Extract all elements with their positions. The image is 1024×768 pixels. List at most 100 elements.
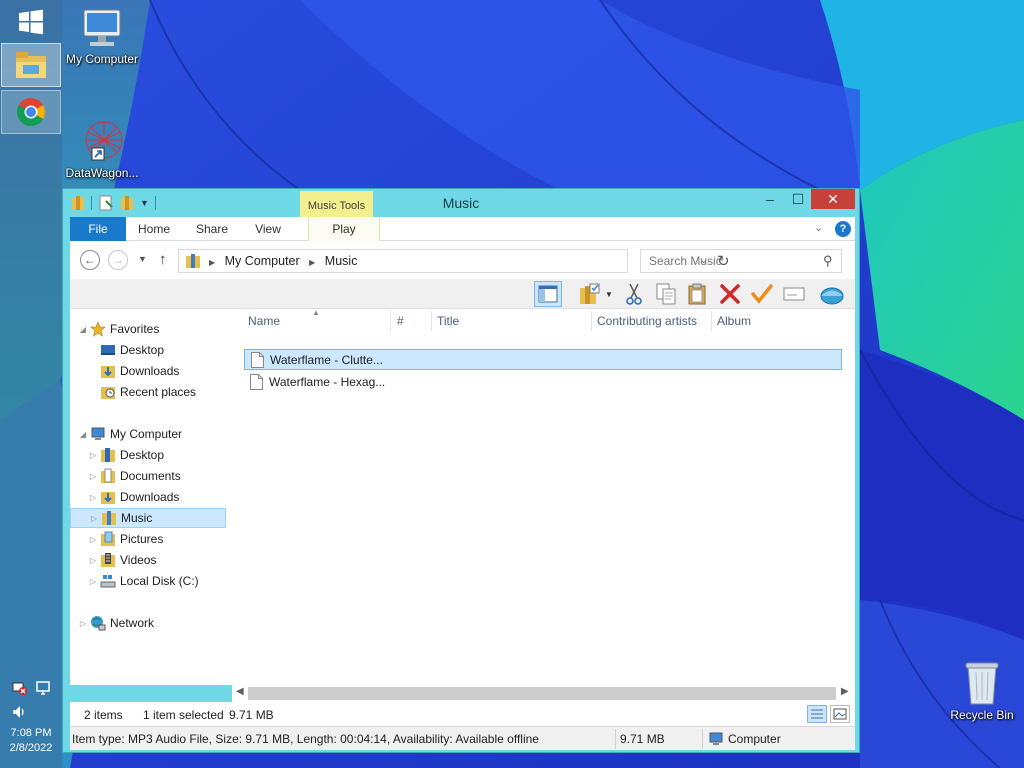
breadcrumb-separator-icon[interactable]: ▶ xyxy=(209,258,215,267)
copy-button[interactable] xyxy=(652,281,680,307)
back-button[interactable]: ← xyxy=(80,250,100,270)
minimize-icon: ‒ xyxy=(766,191,774,207)
desktop-icon-recycle-bin[interactable]: Recycle Bin xyxy=(946,660,1018,722)
computer-icon xyxy=(709,732,723,745)
desktop-icon-my-computer[interactable]: My Computer xyxy=(64,8,140,66)
tab-file[interactable]: File xyxy=(70,217,126,241)
tree-computer-music[interactable]: ▷ Music xyxy=(70,508,226,528)
search-input[interactable] xyxy=(641,250,811,272)
address-bar[interactable]: ▶ My Computer ▶ Music ⌄ ↻ xyxy=(178,249,730,273)
properties-folder-icon xyxy=(580,283,600,304)
file-name: Waterflame - Hexag... xyxy=(269,374,386,389)
computer-icon xyxy=(91,427,105,440)
tree-recent-places[interactable]: Recent places xyxy=(88,382,196,402)
forward-button[interactable]: → xyxy=(108,250,128,270)
tree-label: Documents xyxy=(120,469,181,483)
tree-computer-pictures[interactable]: ▷ Pictures xyxy=(88,529,163,549)
column-header-album[interactable]: Album xyxy=(717,314,751,328)
tree-network[interactable]: ▷ Network xyxy=(78,613,154,633)
column-divider[interactable] xyxy=(591,311,592,331)
breadcrumb-music[interactable]: Music xyxy=(325,254,358,268)
desktop-icon-datawagon[interactable]: DataWagon... xyxy=(64,118,140,180)
ribbon-tabs: File Home Share View Play ⌄ ? xyxy=(70,217,855,241)
details-size: 9.71 MB xyxy=(620,732,665,746)
expand-arrow-icon[interactable]: ▷ xyxy=(88,535,98,544)
scrollbar-thumb[interactable] xyxy=(248,687,836,700)
tab-home[interactable]: Home xyxy=(132,217,176,241)
expand-arrow-icon[interactable]: ▷ xyxy=(78,619,88,628)
column-header-name[interactable]: Name xyxy=(248,314,280,328)
search-icon[interactable]: ⚲ xyxy=(823,253,833,269)
apply-button[interactable] xyxy=(748,281,776,307)
network-globe-button[interactable] xyxy=(818,281,846,307)
expand-ribbon-icon[interactable]: ⌄ xyxy=(814,221,823,234)
tree-label: Local Disk (C:) xyxy=(120,574,199,588)
tree-computer-desktop[interactable]: ▷ Desktop xyxy=(88,445,164,465)
delete-button[interactable] xyxy=(716,281,744,307)
checkmark-icon xyxy=(751,284,773,304)
rename-button[interactable] xyxy=(780,281,808,307)
recent-locations-icon[interactable]: ▼ xyxy=(138,254,147,264)
network-error-icon[interactable] xyxy=(12,680,28,696)
taskbar-chrome[interactable] xyxy=(1,90,61,134)
column-divider[interactable] xyxy=(390,311,391,331)
breadcrumb-separator-icon[interactable]: ▶ xyxy=(309,258,315,267)
explorer-window: ▼ Music Tools Music ‒ ☐ ✕ File Home Shar… xyxy=(62,188,860,753)
expand-arrow-icon[interactable]: ▷ xyxy=(88,472,98,481)
taskbar-file-explorer[interactable] xyxy=(1,43,61,87)
breadcrumb-my-computer[interactable]: My Computer xyxy=(225,254,300,268)
column-header-contributing-artists[interactable]: Contributing artists xyxy=(597,314,697,328)
tab-view[interactable]: View xyxy=(246,217,290,241)
help-icon[interactable]: ? xyxy=(835,221,851,237)
tree-favorites[interactable]: ◢ Favorites xyxy=(78,319,159,339)
action-center-icon[interactable] xyxy=(35,680,51,696)
column-header-number[interactable]: # xyxy=(397,314,404,328)
close-button[interactable]: ✕ xyxy=(811,189,855,209)
scroll-right-icon[interactable]: ▶ xyxy=(841,686,849,697)
volume-icon[interactable] xyxy=(11,704,27,720)
system-clock[interactable]: 7:08 PM 2/8/2022 xyxy=(0,726,62,756)
up-arrow-icon[interactable]: ↑ xyxy=(159,251,167,268)
file-row[interactable]: Waterflame - Hexag... xyxy=(244,371,842,392)
arrow-right-icon: → xyxy=(112,253,124,267)
status-selected: 1 item selected xyxy=(143,708,224,722)
tree-computer-documents[interactable]: ▷ Documents xyxy=(88,466,181,486)
tree-my-computer[interactable]: ◢ My Computer xyxy=(78,424,182,444)
tree-favorites-downloads[interactable]: Downloads xyxy=(88,361,179,381)
collapse-arrow-icon[interactable]: ◢ xyxy=(78,325,88,334)
title-bar[interactable]: ▼ Music Tools Music ‒ ☐ ✕ xyxy=(63,189,859,217)
paste-button[interactable] xyxy=(684,281,712,307)
column-divider[interactable] xyxy=(711,311,712,331)
expand-arrow-icon[interactable]: ▷ xyxy=(88,493,98,502)
tree-local-disk[interactable]: ▷ Local Disk (C:) xyxy=(88,571,199,591)
search-box[interactable]: ⚲ xyxy=(640,249,842,273)
expand-arrow-icon[interactable]: ▷ xyxy=(88,451,98,460)
column-divider[interactable] xyxy=(431,311,432,331)
maximize-button[interactable]: ☐ xyxy=(785,189,811,209)
tree-computer-videos[interactable]: ▷ Videos xyxy=(88,550,156,570)
documents-folder-icon xyxy=(101,468,115,483)
tree-computer-downloads[interactable]: ▷ Downloads xyxy=(88,487,179,507)
file-row[interactable]: Waterflame - Clutte... xyxy=(244,349,842,370)
tab-play[interactable]: Play xyxy=(308,217,380,241)
details-view-button[interactable] xyxy=(807,705,827,723)
horizontal-scrollbar[interactable]: ◀ ▶ xyxy=(232,685,855,702)
column-header-title[interactable]: Title xyxy=(437,314,459,328)
tree-label: Music xyxy=(121,511,153,525)
cut-button[interactable] xyxy=(620,281,648,307)
minimize-button[interactable]: ‒ xyxy=(757,189,783,209)
layout-icon xyxy=(538,285,558,303)
layout-pane-button[interactable] xyxy=(534,281,562,307)
large-icons-view-button[interactable] xyxy=(830,705,850,723)
expand-arrow-icon[interactable]: ▷ xyxy=(88,556,98,565)
expand-arrow-icon[interactable]: ▷ xyxy=(88,577,98,586)
start-button[interactable] xyxy=(1,0,61,44)
videos-folder-icon xyxy=(101,553,115,567)
folder-options-button[interactable]: ▼ xyxy=(576,281,616,307)
tree-favorites-desktop[interactable]: Desktop xyxy=(88,340,164,360)
collapse-arrow-icon[interactable]: ◢ xyxy=(78,430,88,439)
scroll-left-icon[interactable]: ◀ xyxy=(236,686,244,697)
dropdown-icon: ▼ xyxy=(605,289,613,299)
tab-share[interactable]: Share xyxy=(190,217,234,241)
expand-arrow-icon[interactable]: ▷ xyxy=(89,514,99,523)
